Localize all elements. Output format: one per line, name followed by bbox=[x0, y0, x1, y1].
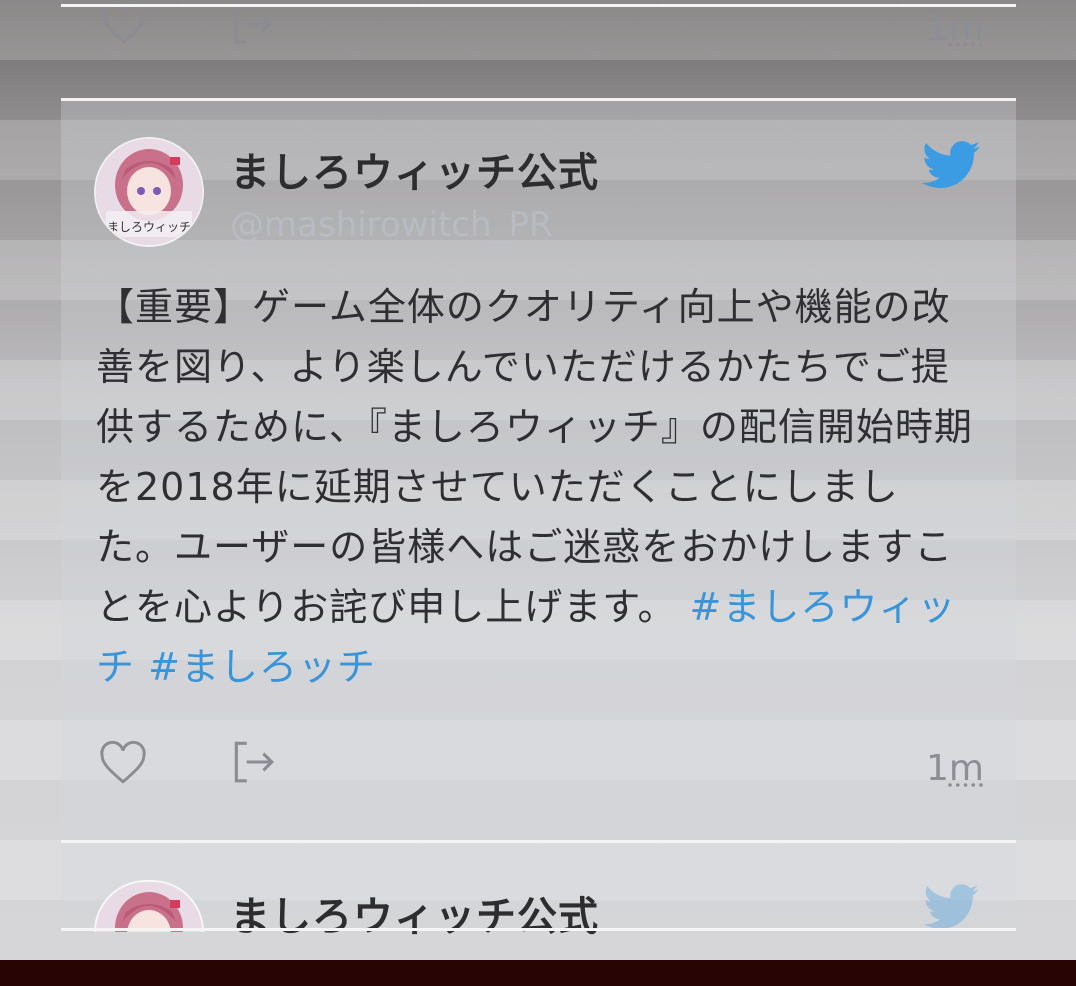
author-name[interactable]: ましろウィッチ公式 bbox=[230, 884, 599, 942]
share-icon[interactable] bbox=[228, 737, 278, 791]
like-icon[interactable] bbox=[98, 738, 148, 792]
twitter-bird-icon bbox=[922, 884, 980, 934]
bottom-bar bbox=[0, 960, 1076, 986]
tweet-timestamp: 1m bbox=[926, 8, 984, 49]
tweet-text: 【重要】ゲーム全体のクオリティ向上や機能の改善を図り、より楽しんでいただけるかた… bbox=[96, 277, 976, 697]
hashtag-link[interactable]: #ましろッチ bbox=[148, 645, 376, 689]
twitter-bird-icon bbox=[922, 140, 980, 194]
share-icon[interactable] bbox=[228, 0, 276, 52]
avatar[interactable]: ましろウィッチ bbox=[94, 137, 204, 247]
like-icon[interactable] bbox=[100, 0, 148, 52]
svg-text:ましろウィッチ: ましろウィッチ bbox=[107, 220, 191, 234]
divider bbox=[61, 928, 1016, 931]
tweet-timestamp: 1m bbox=[926, 748, 984, 789]
divider bbox=[61, 4, 1016, 7]
author-name[interactable]: ましろウィッチ公式 bbox=[230, 140, 599, 198]
author-handle[interactable]: @mashirowitch_PR bbox=[230, 205, 553, 245]
tweet-body: 【重要】ゲーム全体のクオリティ向上や機能の改善を図り、より楽しんでいただけるかた… bbox=[96, 285, 973, 629]
